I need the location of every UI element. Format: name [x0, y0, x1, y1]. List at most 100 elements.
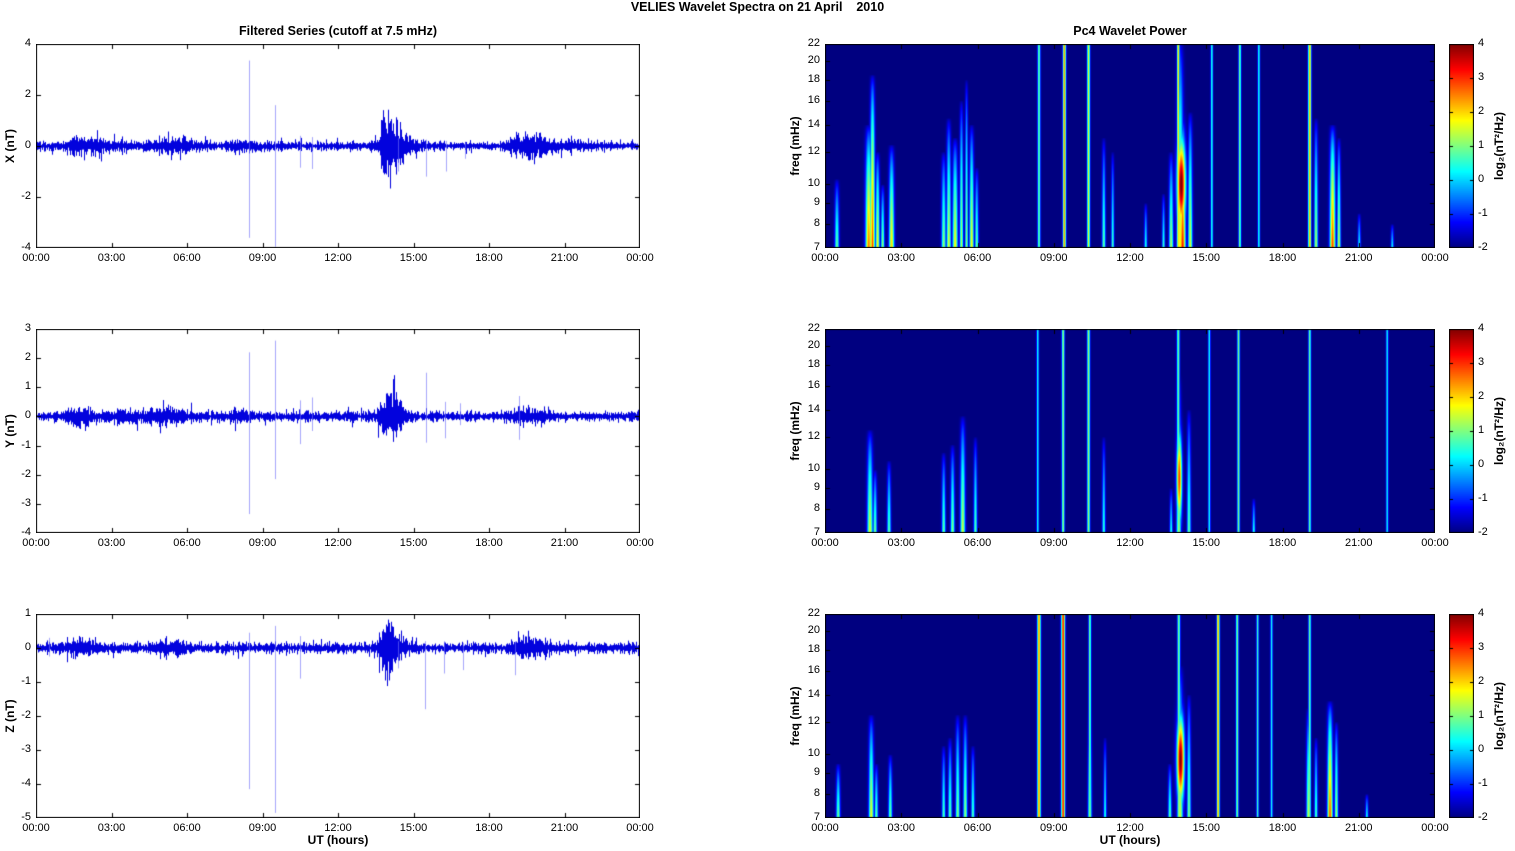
y-tick-label: -1: [21, 438, 31, 451]
x-tick-label: 06:00: [963, 252, 992, 264]
y-tick-label: 7: [813, 241, 820, 253]
x-tick-label: 18:00: [1268, 537, 1297, 549]
y-tick-label: 20: [807, 623, 820, 636]
x-tick-label: 03:00: [887, 252, 916, 264]
x-series-plot-canvas: [36, 44, 640, 248]
y-tick-label: -3: [21, 496, 31, 509]
x-tick-label: 15:00: [399, 252, 428, 264]
y-tick-label: 22: [807, 37, 820, 49]
x-tick-label: 00:00: [22, 537, 50, 549]
x-tick-label: 15:00: [399, 537, 428, 549]
y-tick-label: 10: [807, 177, 820, 190]
x-tick-label: 06:00: [173, 537, 201, 549]
y-tick-label: 7: [813, 811, 820, 823]
colorbar-tick-label: 0: [1478, 458, 1485, 470]
x-tick-label: 15:00: [399, 822, 428, 834]
y-tick-label: 1: [24, 607, 31, 619]
y-tick-label: 22: [807, 607, 820, 619]
x-tick-label: 00:00: [1421, 822, 1449, 834]
x-tick-label: 03:00: [97, 252, 126, 264]
x-tick-label: 12:00: [324, 822, 352, 834]
y-tick-label: 0: [24, 641, 31, 653]
y-tick-label: 16: [807, 93, 820, 106]
y-tick-label: 3: [24, 322, 31, 334]
y-tick-label: 14: [807, 117, 820, 130]
colorbar-tick-label: -2: [1478, 241, 1488, 253]
colorbar-tick-label: 0: [1478, 743, 1485, 755]
x-tick-label: 15:00: [1192, 822, 1221, 834]
x-wavelet-spectrogram-canvas: [825, 44, 1435, 248]
y-tick-label: 12: [807, 714, 820, 727]
series-xaxis-label: UT (hours): [307, 833, 369, 847]
filtered-series-title: Filtered Series (cutoff at 7.5 mHz): [239, 24, 437, 38]
x-tick-label: 18:00: [1268, 252, 1297, 264]
colorbar-tick-label: 2: [1478, 105, 1485, 117]
y-tick-label: 20: [807, 53, 820, 66]
z-wavelet-spectrogram-canvas: [825, 614, 1435, 818]
y-tick-label: 8: [813, 787, 820, 800]
x-tick-label: 09:00: [248, 252, 277, 264]
colorbar-tick-label: 3: [1478, 356, 1485, 368]
colorbar-tick-label: 4: [1478, 607, 1485, 619]
x-tick-label: 06:00: [173, 252, 201, 264]
y-tick-label: -4: [21, 241, 31, 253]
y-tick-label: -2: [21, 709, 31, 721]
y-tick-label: 20: [807, 338, 820, 351]
y-tick-label: -2: [21, 190, 31, 202]
x-tick-label: 12:00: [1116, 822, 1144, 834]
colorbar-tick-label: 2: [1478, 675, 1485, 687]
x-tick-label: 21:00: [550, 537, 579, 549]
colorbar-bottom-canvas: [1449, 614, 1474, 818]
x-tick-label: 03:00: [97, 537, 126, 549]
x-tick-label: 12:00: [324, 252, 352, 264]
y-tick-label: 9: [813, 766, 820, 779]
x-tick-label: 09:00: [1039, 822, 1068, 834]
x-tick-label: 00:00: [626, 822, 654, 834]
colorbar-tick-label: 1: [1478, 139, 1485, 151]
x-tick-label: 12:00: [1116, 252, 1144, 264]
x-tick-label: 12:00: [324, 537, 352, 549]
x-tick-label: 12:00: [1116, 537, 1144, 549]
colorbar-tick-label: -2: [1478, 811, 1488, 823]
colorbar-tick-label: 4: [1478, 322, 1485, 334]
colorbar-tick-label: -1: [1478, 207, 1488, 219]
x-tick-label: 03:00: [887, 822, 916, 834]
x-tick-label: 21:00: [550, 822, 579, 834]
x-tick-label: 18:00: [475, 822, 503, 834]
y-tick-label: -1: [21, 675, 31, 687]
colorbar-tick-label: 3: [1478, 71, 1485, 83]
x-tick-label: 18:00: [475, 537, 503, 549]
colorbar-tick-label: -1: [1478, 492, 1488, 504]
y-tick-label: 18: [807, 642, 820, 655]
x-tick-label: 06:00: [173, 822, 201, 834]
wavelet-xaxis-label: UT (hours): [1099, 833, 1161, 847]
x-tick-label: 03:00: [97, 822, 126, 834]
y-tick-label: 14: [807, 687, 820, 700]
wavelet-power-title: Pc4 Wavelet Power: [1073, 24, 1187, 38]
x-tick-label: 09:00: [1039, 537, 1068, 549]
y-tick-label: 2: [24, 351, 31, 364]
y-tick-label: 8: [813, 217, 820, 230]
y-tick-label: -4: [21, 526, 31, 538]
colorbar-tick-label: -2: [1478, 526, 1488, 538]
colorbar-tick-label: 1: [1478, 709, 1485, 721]
x-tick-label: 00:00: [626, 537, 654, 549]
x-tick-label: 00:00: [811, 537, 839, 549]
colorbar-middle-canvas: [1449, 329, 1474, 533]
x-tick-label: 06:00: [963, 822, 992, 834]
x-tick-label: 15:00: [1192, 252, 1221, 264]
y-tick-label: 9: [813, 196, 820, 209]
y-tick-label: 12: [807, 429, 820, 442]
colorbar-tick-label: 0: [1478, 173, 1485, 185]
x-tick-label: 00:00: [626, 252, 654, 264]
y-series-plot-canvas: [36, 329, 640, 533]
x-tick-label: 21:00: [1344, 822, 1373, 834]
x-tick-label: 09:00: [1039, 252, 1068, 264]
colorbar-tick-label: -1: [1478, 777, 1488, 789]
x-tick-label: 03:00: [887, 537, 916, 549]
x-tick-label: 00:00: [1421, 252, 1449, 264]
y-tick-label: 18: [807, 357, 820, 370]
colorbar-tick-label: 3: [1478, 641, 1485, 653]
y-tick-label: 9: [813, 481, 820, 494]
x-tick-label: 00:00: [811, 822, 839, 834]
